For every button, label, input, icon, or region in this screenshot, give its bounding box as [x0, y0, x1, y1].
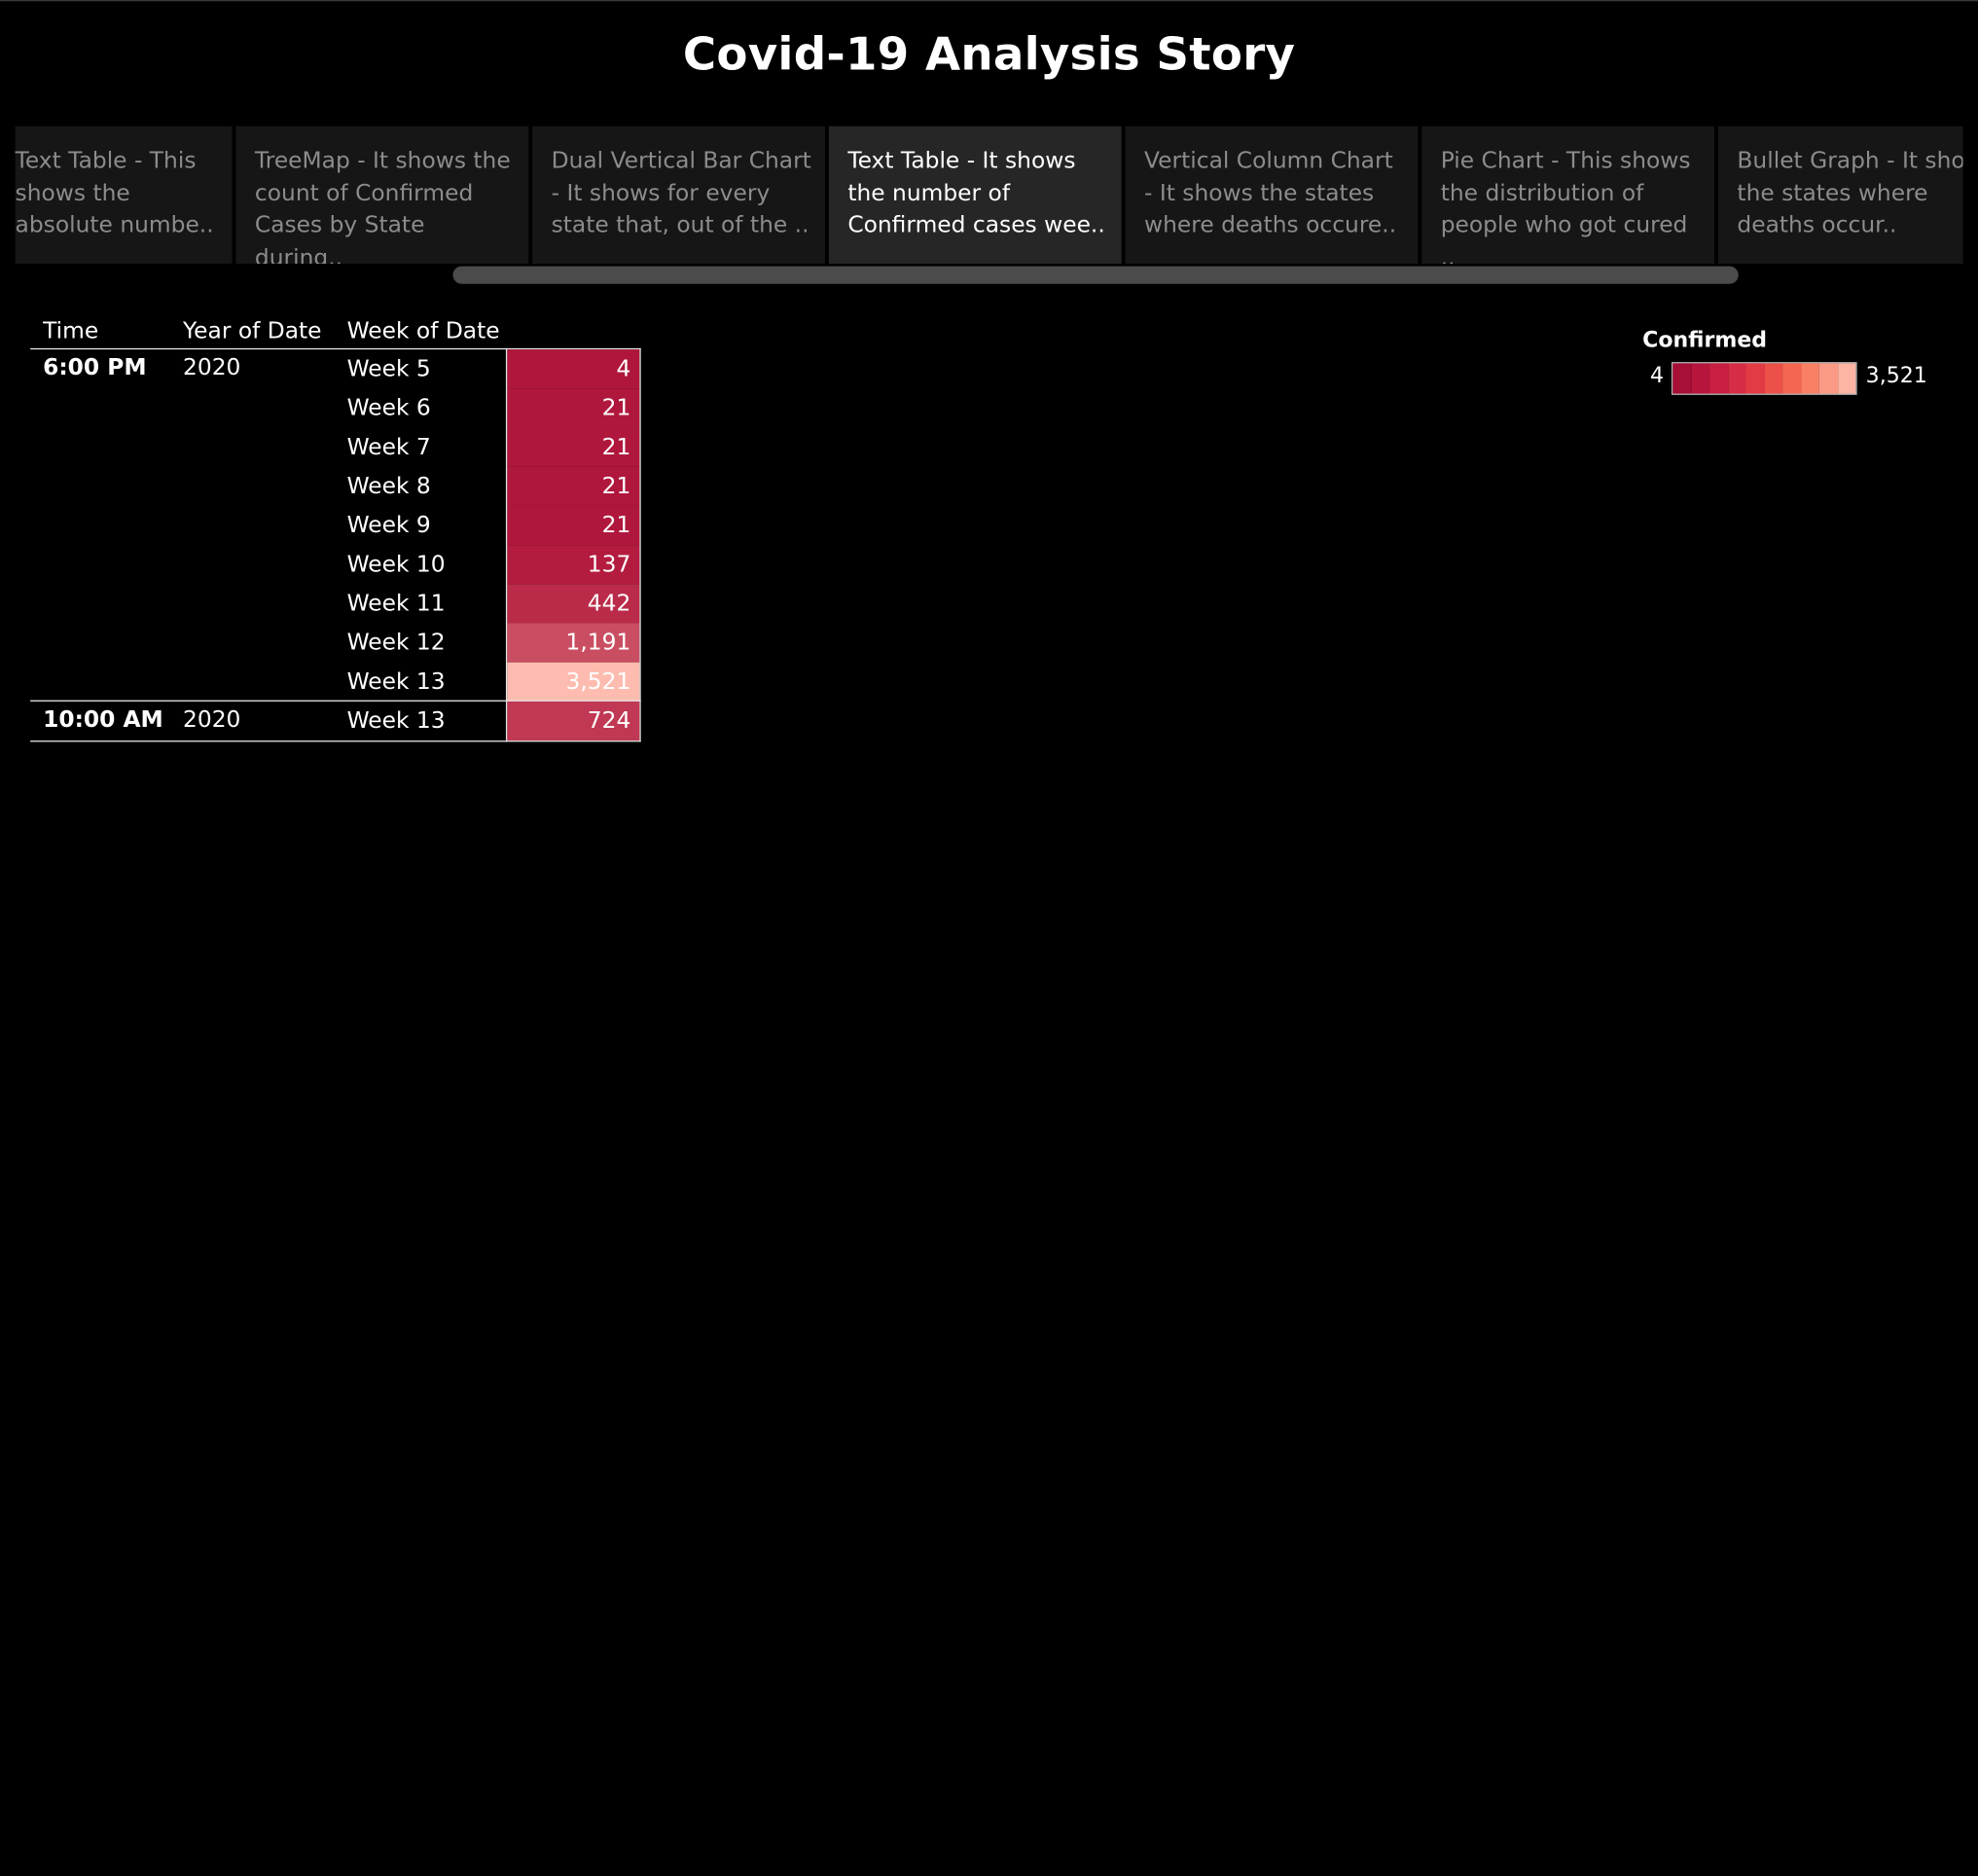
week-cell: Week 13 — [346, 707, 446, 735]
confirmed-value-cell[interactable]: 1,191 — [507, 623, 640, 663]
story-title: Covid-19 Analysis Story — [682, 28, 1296, 81]
week-cell: Week 12 — [346, 630, 446, 657]
week-cell: Week 9 — [346, 512, 431, 539]
week-cell: Week 8 — [346, 473, 431, 500]
value-column-right-border — [639, 347, 641, 742]
legend-step — [1745, 363, 1765, 394]
legend-max-label: 3,521 — [1865, 363, 1927, 389]
story-point-7[interactable]: Bullet Graph - It shows the states where… — [1717, 126, 1963, 264]
time-cell: 10:00 AM — [43, 706, 163, 734]
legend-step — [1764, 363, 1783, 394]
legend-step — [1837, 363, 1856, 394]
confirmed-value-cell[interactable]: 21 — [507, 466, 640, 506]
confirmed-value-cell[interactable]: 3,521 — [507, 662, 640, 702]
week-cell: Week 6 — [346, 394, 431, 422]
legend-step — [1800, 363, 1819, 394]
week-cell: Week 10 — [346, 551, 446, 578]
story-point-1[interactable]: Text Table - This shows the absolute num… — [15, 126, 233, 264]
story-canvas: Covid-19 Analysis Story Text Table - Thi… — [0, 0, 1978, 1876]
story-point-3[interactable]: Dual Vertical Bar Chart - It shows for e… — [532, 126, 825, 264]
legend-step — [1672, 363, 1692, 394]
confirmed-value-cell[interactable]: 137 — [507, 545, 640, 585]
story-point-2[interactable]: TreeMap - It shows the count of Confirme… — [235, 126, 529, 264]
story-point-5[interactable]: Vertical Column Chart - It shows the sta… — [1125, 126, 1419, 264]
value-column-left-border — [505, 347, 508, 742]
header-time: Time — [43, 317, 99, 344]
legend-step — [1691, 363, 1709, 394]
confirmed-value-cell[interactable]: 21 — [507, 388, 640, 428]
legend-step — [1708, 363, 1728, 394]
color-legend-bar[interactable] — [1671, 362, 1857, 395]
legend-step — [1818, 363, 1838, 394]
week-cell: Week 7 — [346, 434, 431, 461]
story-point-4[interactable]: Text Table - It shows the number of Conf… — [828, 126, 1122, 264]
header-year-of-date: Year of Date — [183, 317, 322, 344]
confirmed-value-cell[interactable]: 21 — [507, 427, 640, 467]
year-cell: 2020 — [183, 706, 241, 734]
time-cell: 6:00 PM — [43, 354, 147, 381]
story-point-6[interactable]: Pie Chart - This shows the distribution … — [1421, 126, 1715, 264]
legend-title: Confirmed — [1642, 328, 1768, 354]
legend-step — [1782, 363, 1801, 394]
navigator-scrollbar[interactable] — [452, 266, 1739, 284]
confirmed-value-cell[interactable]: 4 — [507, 349, 640, 389]
legend-min-label: 4 — [1649, 363, 1664, 389]
story-navigator: Text Table - This shows the absolute num… — [15, 126, 1963, 264]
week-cell: Week 13 — [346, 668, 446, 696]
table-bottom-rule — [30, 740, 641, 742]
confirmed-value-cell[interactable]: 442 — [507, 584, 640, 624]
week-cell: Week 5 — [346, 355, 431, 382]
week-cell: Week 11 — [346, 590, 446, 618]
confirmed-value-cell[interactable]: 724 — [507, 701, 640, 741]
legend-step — [1727, 363, 1746, 394]
confirmed-value-cell[interactable]: 21 — [507, 505, 640, 546]
header-week-of-date: Week of Date — [346, 317, 500, 344]
year-cell: 2020 — [183, 354, 241, 381]
